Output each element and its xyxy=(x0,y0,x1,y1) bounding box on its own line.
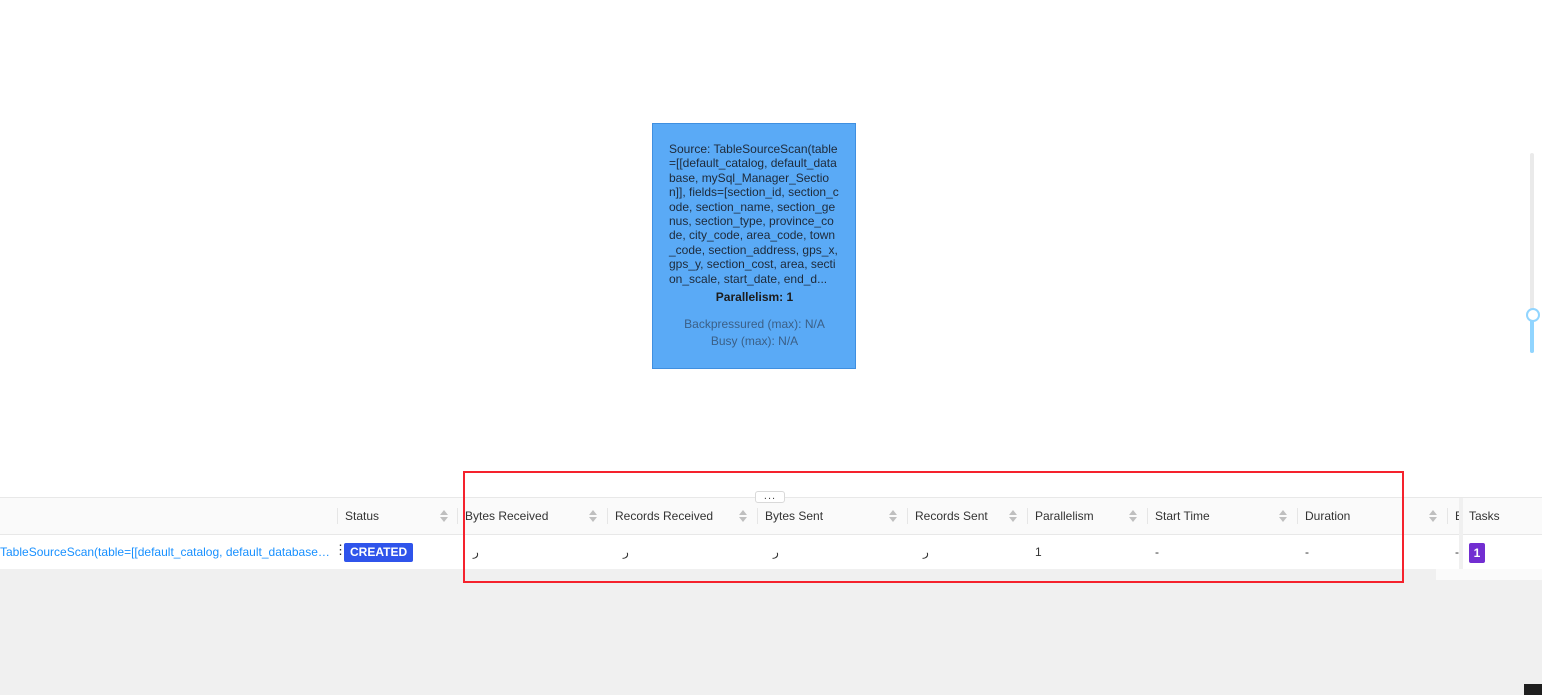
cell-records-sent: ر xyxy=(923,545,929,559)
vertex-name-link[interactable]: TableSourceScan(table=[[default_catalog,… xyxy=(0,535,333,569)
job-graph-canvas[interactable]: Source: TableSourceScan(table=[[default_… xyxy=(0,0,1542,497)
status-badge: CREATED xyxy=(344,543,414,562)
sort-icon[interactable] xyxy=(889,510,897,522)
column-end-time[interactable]: E xyxy=(1447,498,1459,534)
column-bytes-received[interactable]: Bytes Received xyxy=(457,498,607,534)
panel-resize-handle[interactable]: ... xyxy=(755,491,785,503)
node-busy: Busy (max): N/A xyxy=(710,334,799,349)
scrollbar-corner xyxy=(1436,569,1542,580)
cell-start-time: - xyxy=(1155,545,1159,559)
column-bytes-sent[interactable]: Bytes Sent xyxy=(757,498,907,534)
column-status[interactable]: Status xyxy=(337,498,457,534)
table-empty-area xyxy=(0,569,1542,695)
table-row[interactable]: TableSourceScan(table=[[default_catalog,… xyxy=(0,535,1542,570)
column-parallelism[interactable]: Parallelism xyxy=(1027,498,1147,534)
zoom-slider-handle[interactable] xyxy=(1526,308,1540,322)
cell-parallelism: 1 xyxy=(1035,545,1042,559)
zoom-slider-fill xyxy=(1530,318,1534,353)
sort-icon[interactable] xyxy=(589,510,597,522)
column-records-received[interactable]: Records Received xyxy=(607,498,757,534)
column-start-time[interactable]: Start Time xyxy=(1147,498,1297,534)
sort-icon[interactable] xyxy=(1429,510,1437,522)
fixed-column-divider xyxy=(1459,498,1463,570)
vertex-table: Status Bytes Received Records Received B… xyxy=(0,497,1542,570)
sort-icon[interactable] xyxy=(1129,510,1137,522)
tasks-count-badge[interactable]: 1 xyxy=(1469,543,1485,563)
column-records-sent[interactable]: Records Sent xyxy=(907,498,1027,534)
node-backpressured: Backpressured (max): N/A xyxy=(684,317,825,332)
node-parallelism: Parallelism: 1 xyxy=(715,290,794,305)
job-vertex-node[interactable]: Source: TableSourceScan(table=[[default_… xyxy=(652,123,856,369)
column-duration[interactable]: Duration xyxy=(1297,498,1447,534)
column-tasks[interactable]: Tasks xyxy=(1463,498,1542,534)
sort-icon[interactable] xyxy=(739,510,747,522)
sort-icon[interactable] xyxy=(440,510,448,522)
sort-icon[interactable] xyxy=(1009,510,1017,522)
cell-bytes-sent: ر xyxy=(773,545,779,559)
cell-duration: - xyxy=(1305,545,1309,559)
table-header: Status Bytes Received Records Received B… xyxy=(0,498,1542,535)
node-description: Source: TableSourceScan(table=[[default_… xyxy=(669,142,839,286)
cell-records-received: ر xyxy=(623,545,629,559)
corner-widget xyxy=(1524,684,1542,695)
sort-icon[interactable] xyxy=(1279,510,1287,522)
cell-bytes-received: ر xyxy=(473,545,479,559)
